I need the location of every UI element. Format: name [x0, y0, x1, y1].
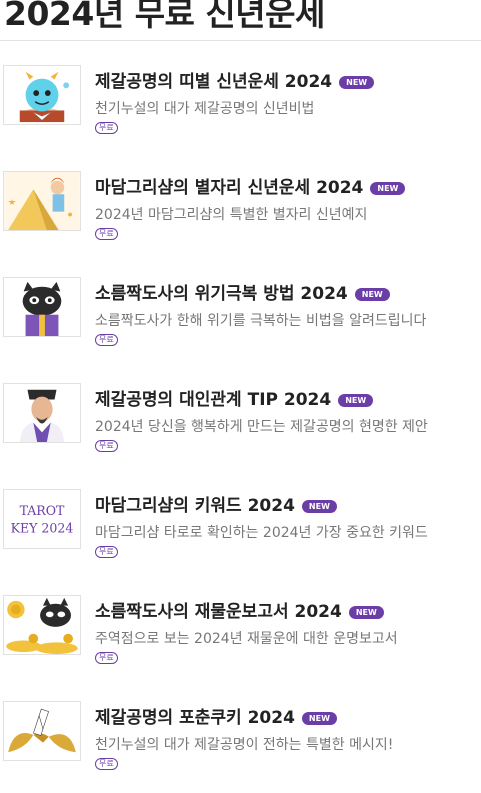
tarot-key-thumbnail[interactable]: TAROT KEY 2024	[3, 489, 81, 549]
cat-coins-thumbnail[interactable]	[3, 595, 81, 655]
new-badge: NEW	[301, 712, 337, 725]
item-description: 2024년 당신을 행복하게 만드는 제갈공명의 현명한 제안	[95, 419, 428, 435]
new-badge: NEW	[348, 606, 384, 619]
item-title[interactable]: 제갈공명의 띠별 신년운세 2024 NEW	[95, 71, 375, 93]
new-badge: NEW	[354, 288, 390, 301]
item-description: 주역점으로 보는 2024년 재물운에 대한 운명보고서	[95, 631, 398, 647]
list-item[interactable]: 제갈공명의 대인관계 TIP 2024 NEW 2024년 당신을 행복하게 만드…	[0, 383, 481, 463]
tarot-thumb-line1: TAROT	[20, 503, 65, 518]
item-description: 마담그리샴 타로로 확인하는 2024년 가장 중요한 키워드	[95, 525, 428, 541]
list-item[interactable]: 소름짝도사의 재물운보고서 2024 NEW 주역점으로 보는 2024년 재물운…	[0, 595, 481, 675]
cat-sage-thumbnail[interactable]	[3, 277, 81, 337]
free-tag: 무료	[95, 546, 118, 558]
list-item[interactable]: 제갈공명의 포춘쿠키 2024 NEW 천기누설의 대가 제갈공명이 전하는 특별…	[0, 701, 481, 781]
item-title[interactable]: 제갈공명의 포춘쿠키 2024 NEW	[95, 707, 337, 729]
page-title: 2024년 무료 신년운세	[4, 0, 325, 33]
fortune-teller-pyramid-thumbnail[interactable]	[3, 171, 81, 231]
item-description: 소름짝도사가 한해 위기를 극복하는 비법을 알려드립니다	[95, 313, 427, 329]
new-badge: NEW	[370, 182, 406, 195]
new-badge: NEW	[339, 76, 375, 89]
page-header: 2024년 무료 신년운세	[0, 0, 481, 41]
fortune-cookie-thumbnail[interactable]	[3, 701, 81, 761]
tarot-thumb-line2: KEY 2024	[11, 521, 74, 536]
list-item[interactable]: TAROT KEY 2024 마담그리샴의 키워드 2024 NEW 마담그리샴 …	[0, 489, 481, 569]
free-tag: 무료	[95, 228, 118, 240]
new-badge: NEW	[301, 500, 337, 513]
list-item[interactable]: 제갈공명의 띠별 신년운세 2024 NEW 천기누설의 대가 제갈공명의 신년비…	[0, 65, 481, 145]
item-description: 2024년 마담그리샴의 특별한 별자리 신년예지	[95, 207, 368, 223]
item-title[interactable]: 소름짝도사의 재물운보고서 2024 NEW	[95, 601, 384, 623]
free-tag: 무료	[95, 440, 118, 452]
free-tag: 무료	[95, 122, 118, 134]
free-tag: 무료	[95, 334, 118, 346]
list-item[interactable]: 마담그리샴의 별자리 신년운세 2024 NEW 2024년 마담그리샴의 특별한…	[0, 171, 481, 251]
new-badge: NEW	[338, 394, 374, 407]
free-tag: 무료	[95, 652, 118, 664]
list-item[interactable]: 소름짝도사의 위기극복 방법 2024 NEW 소름짝도사가 한해 위기를 극복하…	[0, 277, 481, 357]
item-title[interactable]: 마담그리샴의 별자리 신년운세 2024 NEW	[95, 177, 406, 199]
item-title[interactable]: 소름짝도사의 위기극복 방법 2024 NEW	[95, 283, 390, 305]
item-title[interactable]: 제갈공명의 대인관계 TIP 2024 NEW	[95, 389, 374, 411]
item-title[interactable]: 마담그리샴의 키워드 2024 NEW	[95, 495, 337, 517]
item-description: 천기누설의 대가 제갈공명의 신년비법	[95, 101, 315, 117]
free-tag: 무료	[95, 758, 118, 770]
scholar-portrait-thumbnail[interactable]	[3, 383, 81, 443]
dragon-character-thumbnail[interactable]	[3, 65, 81, 125]
item-description: 천기누설의 대가 제갈공명이 전하는 특별한 메시지!	[95, 737, 394, 753]
